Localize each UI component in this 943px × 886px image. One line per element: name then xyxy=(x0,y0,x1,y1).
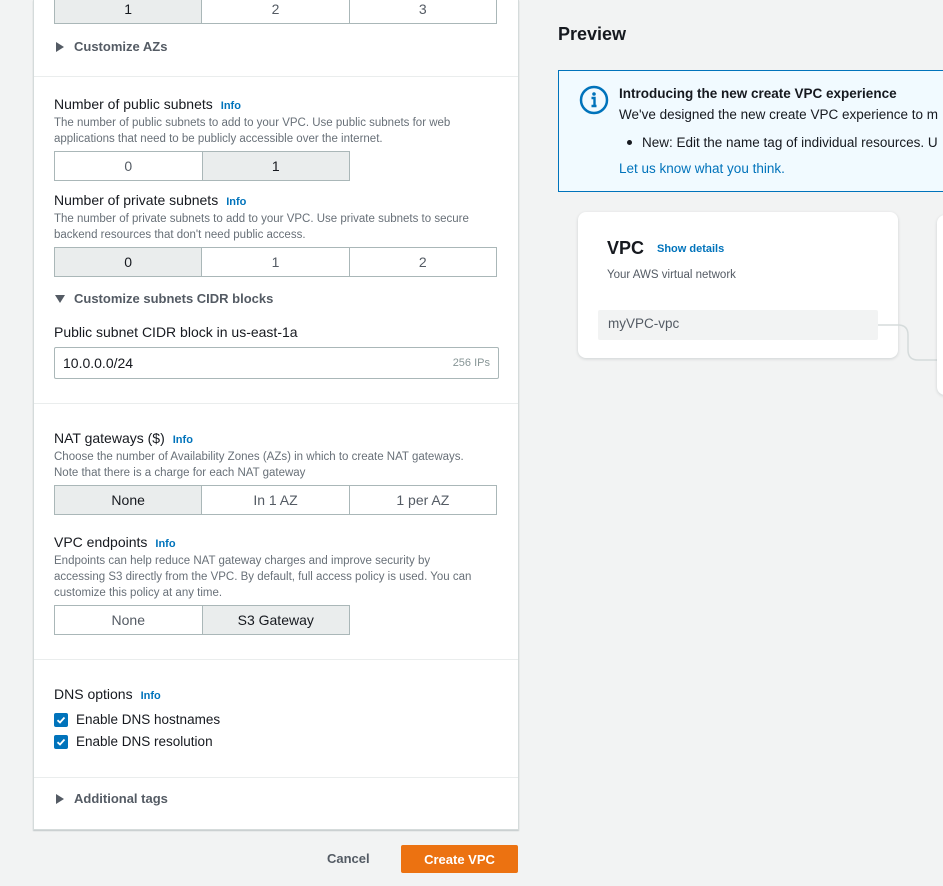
additional-tags-label: Additional tags xyxy=(74,791,168,806)
desc-line: accessing S3 directly from the VPC. By d… xyxy=(54,571,472,583)
create-vpc-button[interactable]: Create VPC xyxy=(401,845,518,873)
private-subnets-info-link[interactable]: Info xyxy=(226,196,246,208)
cidr-ip-count: 256 IPs xyxy=(452,357,490,369)
nat-gateways-header: NAT gateways ($) Info xyxy=(54,430,193,448)
subnets-preview-card xyxy=(937,215,943,395)
nat-option-1-per-az[interactable]: 1 per AZ xyxy=(348,486,496,514)
public-subnets-label: Number of public subnets xyxy=(54,96,213,112)
customize-cidr-expander[interactable]: Customize subnets CIDR blocks xyxy=(55,291,273,306)
public-subnets-option-0[interactable]: 0 xyxy=(55,152,202,180)
private-subnets-label: Number of private subnets xyxy=(54,192,219,208)
banner-title: Introducing the new create VPC experienc… xyxy=(619,86,897,101)
public-subnets-header: Number of public subnets Info xyxy=(54,96,241,114)
dns-options-label: DNS options xyxy=(54,686,133,702)
additional-tags-expander[interactable]: Additional tags xyxy=(56,791,168,806)
vpc-resource-name[interactable]: myVPC-vpc xyxy=(598,310,878,340)
divider xyxy=(34,777,518,778)
caret-right-icon xyxy=(56,793,64,804)
private-subnets-description: The number of private subnets to add to … xyxy=(54,211,504,243)
cidr-field-label: Public subnet CIDR block in us-east-1a xyxy=(54,324,298,340)
cancel-button[interactable]: Cancel xyxy=(327,851,370,866)
dns-options-info-link[interactable]: Info xyxy=(141,690,161,702)
enable-dns-resolution-label: Enable DNS resolution xyxy=(76,734,213,749)
banner-bullet-text: New: Edit the name tag of individual res… xyxy=(642,135,938,150)
nat-gateways-info-link[interactable]: Info xyxy=(173,434,193,446)
desc-line: backend resources that don't need public… xyxy=(54,229,306,241)
public-subnets-segmented-control[interactable]: 0 1 xyxy=(54,151,350,181)
bullet-icon xyxy=(627,140,632,145)
customize-azs-expander[interactable]: Customize AZs xyxy=(56,39,167,54)
nat-option-none[interactable]: None xyxy=(55,486,202,514)
nat-gateways-segmented-control[interactable]: None In 1 AZ 1 per AZ xyxy=(54,485,497,515)
preview-title: Preview xyxy=(558,24,627,44)
vpc-endpoints-segmented-control[interactable]: None S3 Gateway xyxy=(54,605,350,635)
vpc-endpoints-header: VPC endpoints Info xyxy=(54,534,176,552)
vpc-endpoints-info-link[interactable]: Info xyxy=(155,538,175,550)
private-subnets-header: Number of private subnets Info xyxy=(54,192,246,210)
endpoints-option-none[interactable]: None xyxy=(55,606,202,634)
public-subnets-description: The number of public subnets to add to y… xyxy=(54,115,504,147)
endpoints-option-s3-gateway[interactable]: S3 Gateway xyxy=(201,606,349,634)
caret-right-icon xyxy=(56,41,64,52)
vpc-card-subtitle: Your AWS virtual network xyxy=(607,269,736,281)
checkbox-checked-icon[interactable] xyxy=(54,712,68,727)
azs-option-3[interactable]: 3 xyxy=(348,0,496,23)
customize-cidr-label: Customize subnets CIDR blocks xyxy=(74,291,274,306)
caret-down-icon xyxy=(55,294,65,303)
nat-gateways-description: Choose the number of Availability Zones … xyxy=(54,449,504,481)
private-subnets-segmented-control[interactable]: 0 1 2 xyxy=(54,247,497,277)
divider xyxy=(34,659,518,660)
vpc-card-title: VPC xyxy=(607,238,645,258)
vpc-settings-panel: 1 2 3 Customize AZs Number of public sub… xyxy=(33,0,519,830)
public-subnets-option-1[interactable]: 1 xyxy=(201,152,349,180)
info-banner: Introducing the new create VPC experienc… xyxy=(558,70,943,192)
vpc-preview-card: VPC Show details Your AWS virtual networ… xyxy=(578,212,898,358)
banner-bullet: New: Edit the name tag of individual res… xyxy=(627,135,938,150)
cidr-input[interactable]: 10.0.0.0/24 256 IPs xyxy=(54,347,499,379)
cidr-input-value: 10.0.0.0/24 xyxy=(63,355,134,371)
desc-line: The number of private subnets to add to … xyxy=(54,213,469,225)
desc-line: Choose the number of Availability Zones … xyxy=(54,451,464,463)
desc-line: customize this policy at any time. xyxy=(54,587,223,599)
nat-gateways-label: NAT gateways ($) xyxy=(54,430,165,446)
enable-dns-hostnames-checkbox[interactable]: Enable DNS hostnames xyxy=(54,712,220,727)
desc-line: Note that there is a charge for each NAT… xyxy=(54,467,306,479)
divider xyxy=(34,403,518,404)
dns-options-header: DNS options Info xyxy=(54,686,161,704)
private-subnets-option-0[interactable]: 0 xyxy=(55,248,202,276)
nat-option-in-1-az[interactable]: In 1 AZ xyxy=(201,486,349,514)
enable-dns-resolution-checkbox[interactable]: Enable DNS resolution xyxy=(54,734,213,749)
enable-dns-hostnames-label: Enable DNS hostnames xyxy=(76,712,221,727)
feedback-link[interactable]: Let us know what you think. xyxy=(619,161,785,176)
connector-line xyxy=(878,324,943,361)
vpc-endpoints-description: Endpoints can help reduce NAT gateway ch… xyxy=(54,553,504,601)
divider xyxy=(34,76,518,77)
checkbox-checked-icon[interactable] xyxy=(54,734,68,749)
info-circle-icon xyxy=(579,85,609,120)
vpc-endpoints-label: VPC endpoints xyxy=(54,534,148,550)
azs-segmented-control[interactable]: 1 2 3 xyxy=(54,0,497,24)
show-details-link[interactable]: Show details xyxy=(657,243,724,255)
azs-option-1[interactable]: 1 xyxy=(55,0,202,23)
private-subnets-option-2[interactable]: 2 xyxy=(348,248,496,276)
azs-option-2[interactable]: 2 xyxy=(201,0,349,23)
customize-azs-label: Customize AZs xyxy=(74,39,168,54)
desc-line: Endpoints can help reduce NAT gateway ch… xyxy=(54,555,431,567)
private-subnets-option-1[interactable]: 1 xyxy=(201,248,349,276)
banner-text: We've designed the new create VPC experi… xyxy=(619,107,939,122)
desc-line: The number of public subnets to add to y… xyxy=(54,117,451,129)
desc-line: applications that need to be publicly ac… xyxy=(54,133,383,145)
public-subnets-info-link[interactable]: Info xyxy=(221,100,241,112)
